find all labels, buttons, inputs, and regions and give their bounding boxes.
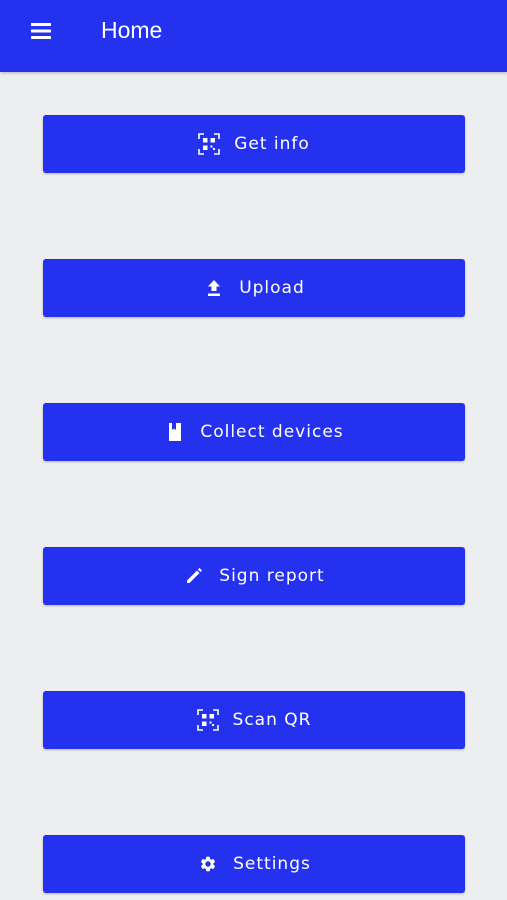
qr-code-icon: [198, 133, 221, 155]
upload-label: Upload: [239, 278, 305, 298]
scan-qr-button[interactable]: Scan QR: [43, 691, 465, 749]
upload-icon: [203, 277, 225, 299]
collect-devices-label: Collect devices: [200, 422, 344, 442]
page-title: Home: [101, 17, 163, 43]
sign-report-button[interactable]: Sign report: [43, 547, 465, 605]
pencil-icon: [183, 565, 205, 587]
collect-devices-button[interactable]: Collect devices: [43, 403, 465, 461]
get-info-button[interactable]: Get info: [43, 115, 465, 173]
settings-button[interactable]: Settings: [43, 835, 465, 893]
bookmark-icon: [164, 421, 186, 443]
sign-report-label: Sign report: [219, 566, 325, 586]
settings-label: Settings: [233, 854, 311, 874]
scan-qr-label: Scan QR: [232, 710, 312, 730]
qr-code-icon: [196, 709, 219, 731]
gear-icon: [197, 853, 219, 875]
hamburger-menu-icon: [31, 23, 51, 39]
upload-button[interactable]: Upload: [43, 259, 465, 317]
menu-button[interactable]: [26, 16, 56, 46]
app-bar: Home: [0, 0, 507, 72]
get-info-label: Get info: [234, 134, 310, 154]
